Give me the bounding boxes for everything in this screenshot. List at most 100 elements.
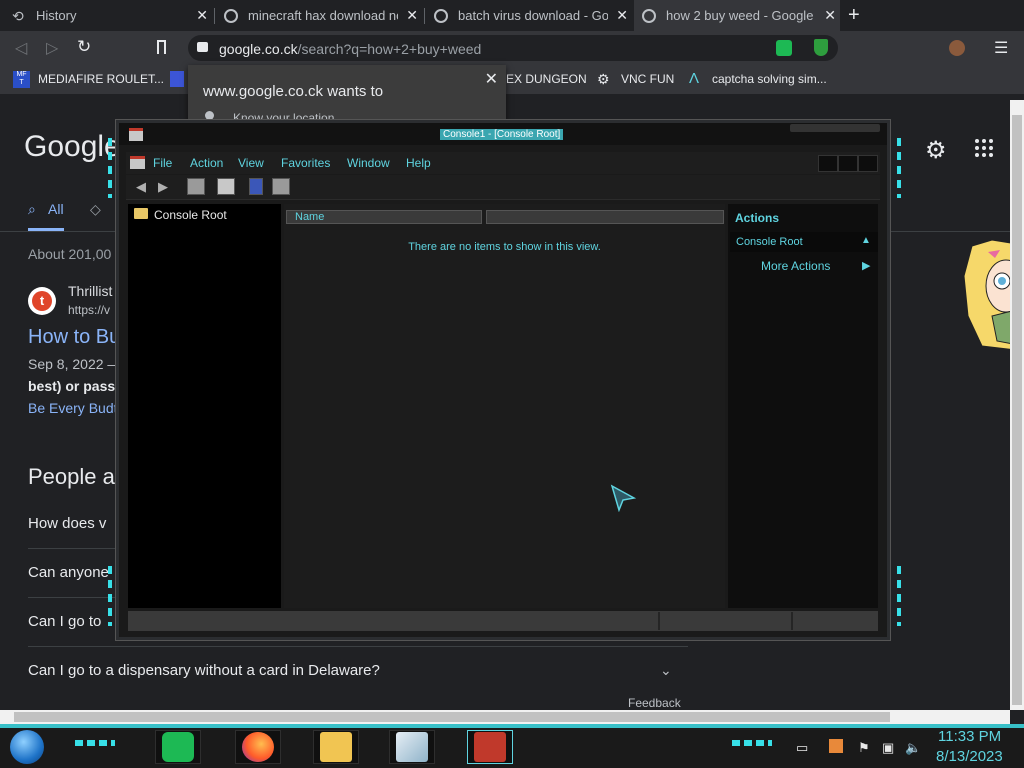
keyboard-icon[interactable]: ▭: [796, 740, 808, 756]
glow-decoration: [897, 566, 901, 626]
question-1[interactable]: How does v: [28, 515, 106, 532]
more-actions-item[interactable]: More Actions: [761, 259, 830, 273]
console-taskbar-icon[interactable]: [474, 732, 506, 762]
result-site-name[interactable]: Thrillist: [68, 283, 112, 299]
taskbar-accent: [0, 724, 1024, 728]
glow-decoration: [897, 138, 901, 198]
back-button[interactable]: ◁: [15, 38, 27, 58]
actions-section-label: Console Root: [736, 236, 803, 248]
chevron-right-icon[interactable]: ▶: [862, 259, 870, 272]
bookmark-folder-icon[interactable]: [170, 71, 184, 87]
mouse-cursor-icon: [610, 484, 636, 512]
column-header-empty[interactable]: [486, 210, 724, 224]
volume-icon[interactable]: 🔈: [905, 740, 921, 756]
permission-popup: www.google.co.ck wants to ✕ Know your lo…: [188, 65, 506, 123]
reload-button[interactable]: ↻: [77, 37, 91, 57]
tab-title: how 2 buy weed - Google Se: [666, 8, 816, 23]
tab-close-icon[interactable]: ✕: [196, 7, 208, 24]
result-title-link[interactable]: How to Bu: [28, 326, 120, 349]
notepad-icon[interactable]: [396, 732, 428, 762]
console-list-pane: [284, 204, 725, 608]
tab-batch-virus[interactable]: batch virus download - Goog ✕: [426, 0, 632, 31]
menu-icon[interactable]: ☰: [994, 38, 1008, 58]
lock-icon[interactable]: [197, 42, 208, 52]
flag-icon[interactable]: ⚑: [858, 740, 870, 756]
glow-decoration: [108, 138, 112, 198]
location-icon: [205, 111, 214, 120]
gear-icon[interactable]: ⚙: [925, 136, 947, 165]
mediafire-icon: MF T: [13, 71, 30, 88]
horizontal-scroll-thumb[interactable]: [14, 712, 890, 722]
bookmark-captcha[interactable]: captcha solving sim...: [712, 72, 827, 86]
actions-title: Actions: [735, 211, 780, 225]
menu-window[interactable]: Window: [347, 156, 390, 170]
help-icon[interactable]: [249, 178, 263, 195]
tree-item-console-root[interactable]: Console Root: [154, 208, 227, 222]
forward-arrow-icon[interactable]: ▶: [155, 179, 171, 195]
bookmark-vnc[interactable]: VNC FUN: [621, 72, 674, 86]
people-also-ask-heading: People a: [28, 464, 115, 489]
menu-view[interactable]: View: [238, 156, 264, 170]
clock-time[interactable]: 11:33 PM: [938, 728, 1001, 745]
back-arrow-icon[interactable]: ◀: [133, 179, 149, 195]
vnc-icon: ⚙: [597, 71, 610, 87]
tab-separator: [424, 8, 425, 24]
clock-date[interactable]: 8/13/2023: [936, 748, 1003, 765]
menu-file[interactable]: File: [153, 156, 172, 170]
question-3[interactable]: Can I go to: [28, 613, 101, 630]
close-button[interactable]: [858, 155, 878, 172]
export-list-icon[interactable]: [217, 178, 235, 195]
minimize-button[interactable]: [818, 155, 838, 172]
collapse-up-icon[interactable]: ▲: [861, 235, 871, 246]
show-hide-tree-icon[interactable]: [187, 178, 205, 195]
tab-all[interactable]: All: [48, 201, 64, 217]
chevron-down-icon[interactable]: ⌄: [660, 662, 672, 679]
question-2[interactable]: Can anyone: [28, 564, 109, 581]
start-button[interactable]: [10, 730, 44, 764]
menu-help[interactable]: Help: [406, 156, 431, 170]
network-icon[interactable]: ▣: [882, 740, 894, 756]
shield-extension-icon[interactable]: [814, 39, 828, 56]
console-menu-icon[interactable]: [130, 156, 145, 169]
tab-minecraft[interactable]: minecraft hax download no v ✕: [216, 0, 422, 31]
tab-close-icon[interactable]: ✕: [616, 7, 628, 24]
file-explorer-icon[interactable]: [320, 732, 352, 762]
feedback-link[interactable]: Feedback: [628, 696, 681, 710]
url-text: google.co.ck/search?q=how+2+buy+weed: [219, 41, 481, 57]
result-site-url[interactable]: https://v: [68, 303, 110, 317]
apps-grid-icon[interactable]: [975, 139, 993, 157]
column-name-label: Name: [295, 211, 325, 223]
site-favicon-icon: t: [28, 287, 56, 315]
google-logo[interactable]: Google: [24, 130, 121, 164]
status-separator: [658, 612, 660, 630]
tab-title: batch virus download - Goog: [458, 8, 608, 23]
tab-weed-search[interactable]: how 2 buy weed - Google Se ✕: [634, 0, 840, 31]
forward-button[interactable]: ▷: [46, 38, 58, 58]
menu-action[interactable]: Action: [190, 156, 223, 170]
result-snippet: best) or pass: [28, 378, 116, 394]
bookmark-dungeon[interactable]: EX DUNGEON: [506, 72, 587, 86]
taskbar-decoration: [732, 740, 772, 746]
firefox-icon[interactable]: [242, 732, 274, 762]
result-date: Sep 8, 2022 –: [28, 356, 116, 372]
question-4[interactable]: Can I go to a dispensary without a card …: [28, 662, 380, 679]
permission-title: www.google.co.ck wants to: [203, 83, 384, 100]
tray-app-icon[interactable]: [829, 739, 843, 753]
vertical-scroll-thumb[interactable]: [1012, 115, 1022, 705]
tag-icon[interactable]: ◇: [90, 201, 101, 218]
close-icon[interactable]: ✕: [485, 69, 498, 89]
tab-close-icon[interactable]: ✕: [824, 7, 836, 24]
result-sublink[interactable]: Be Every Budt: [28, 400, 118, 416]
tab-history[interactable]: ⟲ History ✕: [0, 0, 212, 31]
profile-avatar[interactable]: [949, 40, 965, 56]
extension-icon[interactable]: [776, 40, 792, 56]
maximize-button[interactable]: [838, 155, 858, 172]
console-app-icon[interactable]: [129, 128, 143, 141]
bookmark-icon[interactable]: [157, 40, 166, 54]
tab-close-icon[interactable]: ✕: [406, 7, 418, 24]
bookmark-mediafire[interactable]: MEDIAFIRE ROULET...: [38, 72, 164, 86]
new-tab-button[interactable]: +: [848, 4, 860, 27]
menu-favorites[interactable]: Favorites: [281, 156, 330, 170]
show-hide-action-pane-icon[interactable]: [272, 178, 290, 195]
spotify-icon[interactable]: [162, 732, 194, 762]
